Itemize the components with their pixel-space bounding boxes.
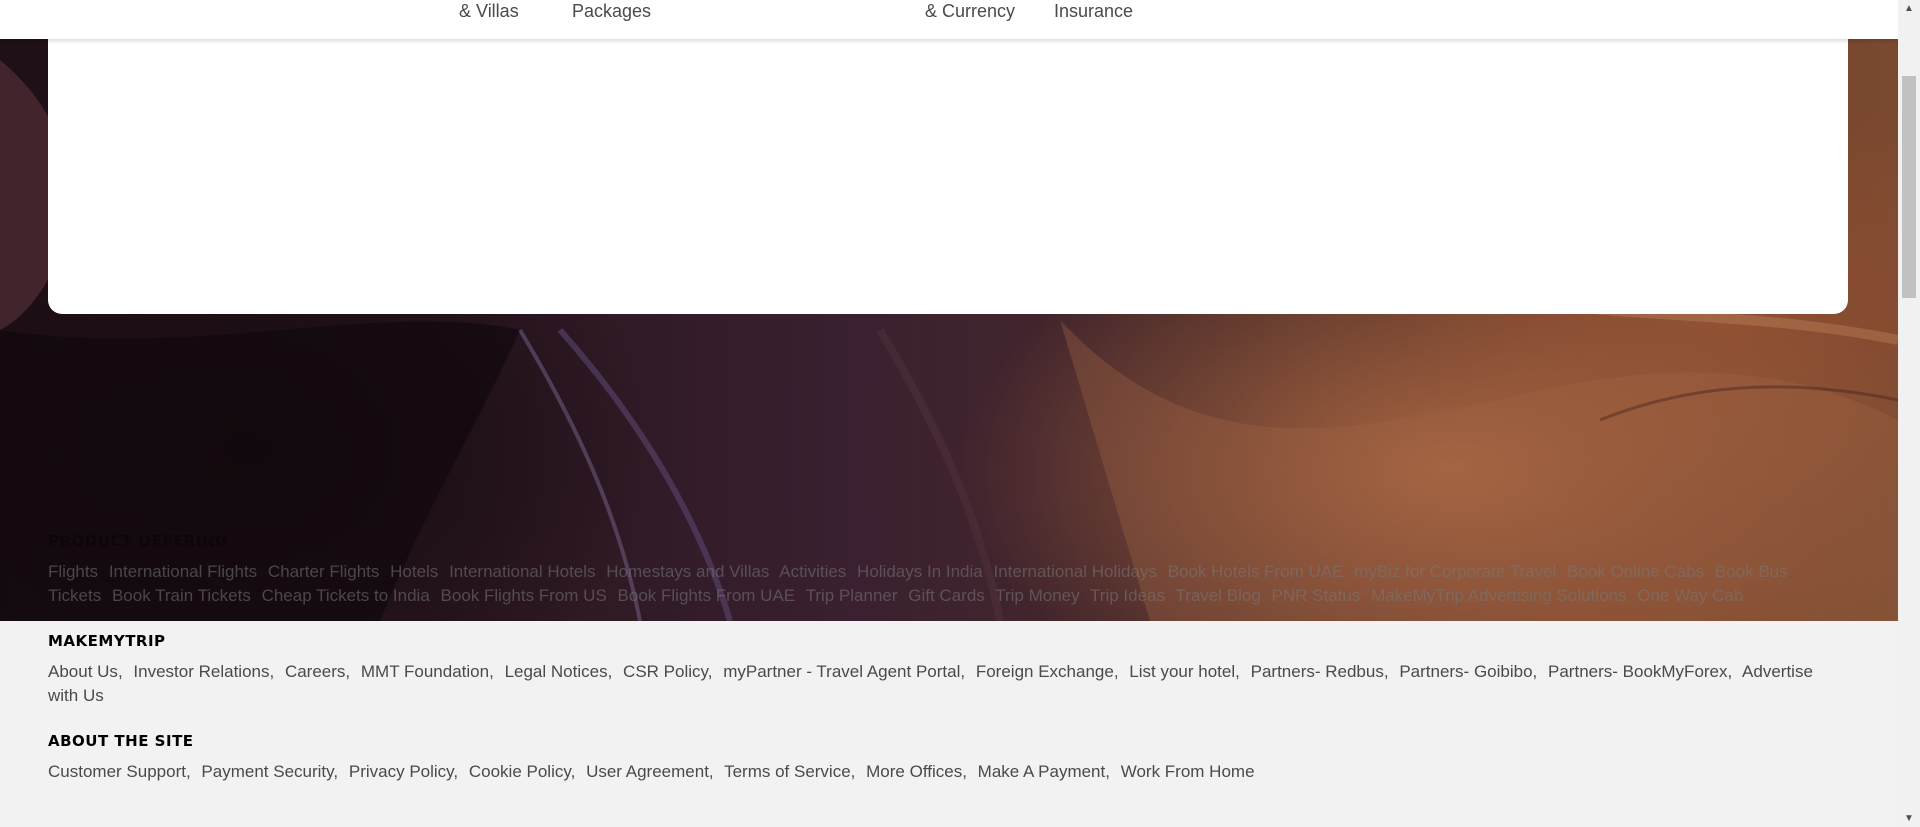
footer-link[interactable]: Charter Flights [268, 562, 379, 581]
footer-link[interactable]: Partners- Goibibo [1399, 662, 1532, 681]
footer-link[interactable]: CSR Policy [623, 662, 708, 681]
link-list: About Us, Investor Relations, Careers, M… [48, 660, 1828, 708]
link-separator: , [117, 662, 123, 681]
footer-link[interactable]: Flights [48, 562, 98, 581]
footer-link[interactable]: Payment Security [201, 762, 333, 781]
link-separator: , [1727, 662, 1733, 681]
content-card [48, 32, 1848, 314]
footer-link[interactable]: User Agreement [586, 762, 709, 781]
section-title: ABOUT THE SITE [48, 732, 194, 750]
nav-item-forex-currency[interactable]: & Currency [925, 0, 1015, 22]
link-separator: , [1113, 662, 1119, 681]
link-list: Flights International Flights Charter Fl… [48, 560, 1828, 608]
footer-link[interactable]: Make A Payment [978, 762, 1106, 781]
link-separator: , [1383, 662, 1389, 681]
link-separator: , [489, 662, 494, 681]
scroll-up-icon[interactable]: ▲ [1898, 0, 1920, 17]
footer-link[interactable]: Book Online Cabs [1567, 562, 1704, 581]
link-separator: , [607, 662, 613, 681]
footer-link[interactable]: Activities [779, 562, 846, 581]
section-title: MAKEMYTRIP [48, 632, 166, 650]
footer-link[interactable]: Careers [285, 662, 345, 681]
link-separator: , [960, 662, 966, 681]
footer-link[interactable]: About Us [48, 662, 118, 681]
footer-link[interactable]: One Way Cab [1637, 586, 1743, 605]
nav-item-travel-insurance[interactable]: Insurance [1054, 0, 1133, 22]
footer-link[interactable]: MakeMyTrip Advertising Solutions [1371, 586, 1626, 605]
footer-link[interactable]: International Hotels [449, 562, 595, 581]
footer-link[interactable]: Partners- Redbus [1251, 662, 1384, 681]
scrollbar-thumb[interactable] [1902, 76, 1916, 298]
link-separator: , [850, 762, 856, 781]
link-separator: , [962, 762, 967, 781]
footer-link[interactable]: International Holidays [993, 562, 1156, 581]
nav-item-holiday-packages[interactable]: Packages [572, 0, 651, 22]
footer-link[interactable]: Book Train Tickets [112, 586, 251, 605]
footer-link[interactable]: PNR Status [1272, 586, 1361, 605]
footer-link[interactable]: Hotels [390, 562, 438, 581]
footer-link[interactable]: Cheap Tickets to India [262, 586, 430, 605]
footer-link[interactable]: Book Hotels From UAE [1168, 562, 1344, 581]
footer-link[interactable]: myBiz for Corporate Travel [1354, 562, 1556, 581]
link-separator: , [333, 762, 339, 781]
footer-link[interactable]: Cookie Policy [469, 762, 571, 781]
link-separator: , [1532, 662, 1538, 681]
link-separator: , [708, 762, 714, 781]
footer-link[interactable]: Holidays In India [857, 562, 983, 581]
link-separator: , [269, 662, 275, 681]
link-separator: , [570, 762, 576, 781]
footer-section-product-offering: PRODUCT OFFERING Flights International F… [48, 532, 1828, 608]
footer-link[interactable]: Terms of Service [724, 762, 851, 781]
footer-link[interactable]: List your hotel [1129, 662, 1235, 681]
footer-link[interactable]: Trip Ideas [1090, 586, 1165, 605]
footer-section-about-site: ABOUT THE SITE Customer Support, Payment… [48, 732, 1828, 784]
footer-link[interactable]: Foreign Exchange [976, 662, 1114, 681]
top-navigation: & Villas Packages & Currency Insurance [0, 0, 1898, 39]
scroll-down-icon[interactable]: ▼ [1898, 810, 1920, 827]
footer-link[interactable]: Gift Cards [908, 586, 985, 605]
link-list: Customer Support, Payment Security, Priv… [48, 760, 1828, 784]
footer-link[interactable]: More Offices [866, 762, 962, 781]
footer-link[interactable]: Legal Notices [505, 662, 608, 681]
footer-link[interactable]: Travel Blog [1175, 586, 1260, 605]
scrollbar[interactable]: ▲ ▼ [1898, 0, 1920, 827]
footer-link[interactable]: MMT Foundation [361, 662, 489, 681]
section-title: PRODUCT OFFERING [48, 532, 228, 550]
footer-link[interactable]: myPartner - Travel Agent Portal [723, 662, 960, 681]
footer-link[interactable]: Privacy Policy [349, 762, 454, 781]
footer-link[interactable]: Homestays and Villas [606, 562, 769, 581]
footer-link[interactable]: Book Flights From US [441, 586, 607, 605]
link-separator: , [1235, 662, 1240, 681]
footer-section-makemytrip: MAKEMYTRIP About Us, Investor Relations,… [48, 632, 1828, 708]
link-separator: , [707, 662, 713, 681]
nav-item-homestays[interactable]: & Villas [459, 0, 519, 22]
footer-link[interactable]: Trip Planner [806, 586, 898, 605]
footer: PRODUCT OFFERING Flights International F… [48, 532, 1848, 784]
footer-link[interactable]: Customer Support [48, 762, 186, 781]
link-separator: , [1105, 762, 1110, 781]
link-separator: , [453, 762, 459, 781]
footer-link[interactable]: Work From Home [1121, 762, 1255, 781]
footer-link[interactable]: International Flights [109, 562, 257, 581]
footer-link[interactable]: Trip Money [995, 586, 1079, 605]
footer-link[interactable]: Partners- BookMyForex [1548, 662, 1728, 681]
footer-link[interactable]: Book Flights From UAE [618, 586, 796, 605]
footer-link[interactable]: Investor Relations [133, 662, 269, 681]
link-separator: , [345, 662, 351, 681]
link-separator: , [185, 762, 191, 781]
